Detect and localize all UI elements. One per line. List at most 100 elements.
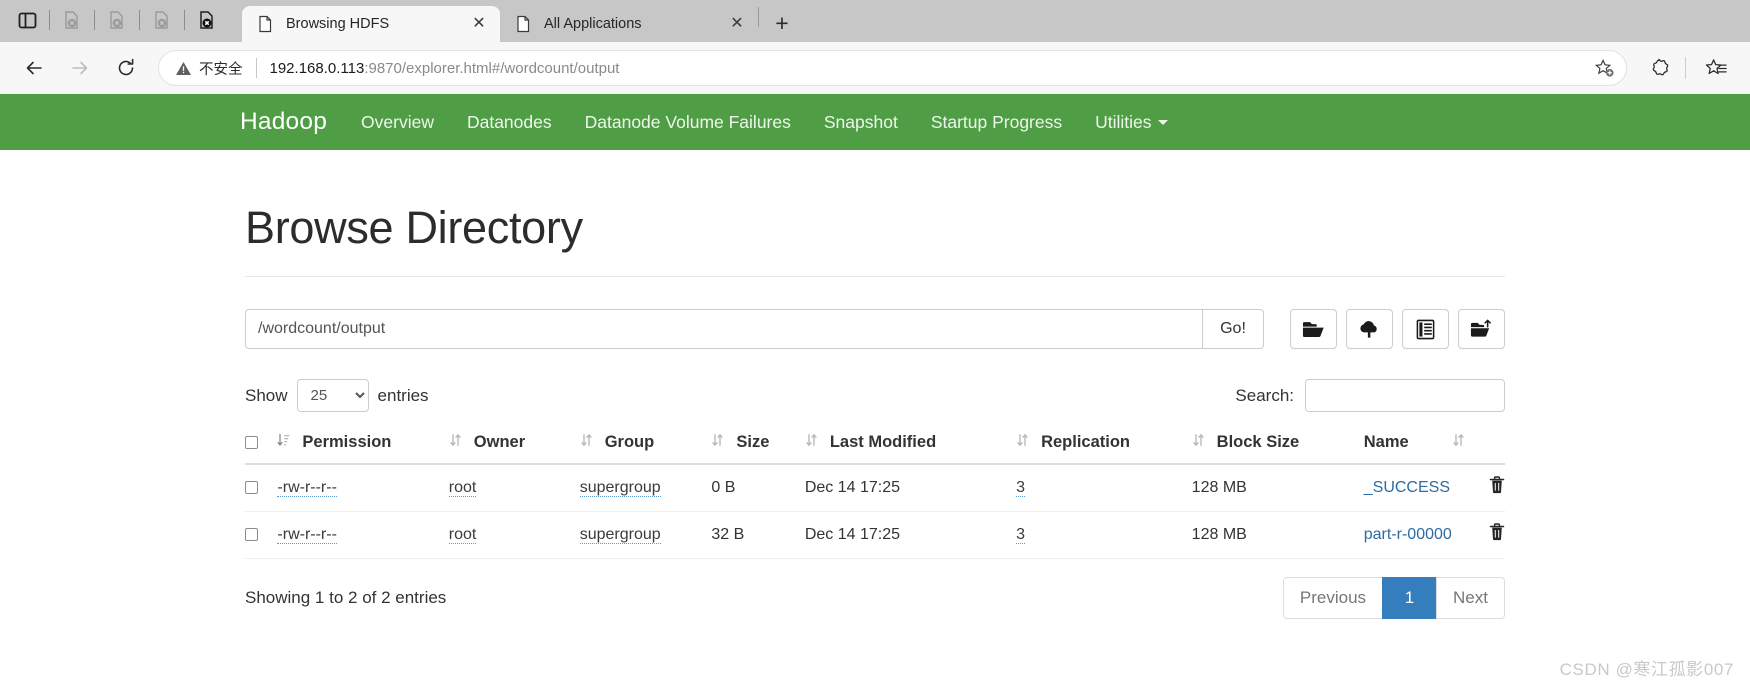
page-container: Browse Directory Go!	[0, 202, 1750, 619]
table-row[interactable]: -rw-r--r-- root supergroup 0 B Dec 14 17…	[245, 464, 1505, 512]
new-directory-icon[interactable]	[1290, 309, 1337, 349]
address-bar[interactable]: 不安全 192.168.0.113:9870/explorer.html#/wo…	[158, 50, 1627, 86]
upload-files-icon[interactable]	[1346, 309, 1393, 349]
file-name-link[interactable]: _SUCCESS	[1364, 479, 1450, 496]
header-owner[interactable]: Owner	[449, 424, 580, 464]
row-select-checkbox[interactable]	[245, 528, 258, 541]
browser-window: Browsing HDFS ✕ All Applications ✕ +	[0, 0, 1750, 688]
tool-separator-2	[94, 10, 95, 30]
cell-permission[interactable]: -rw-r--r--	[277, 464, 448, 512]
sort-icon	[1192, 433, 1208, 452]
cell-group[interactable]: supergroup	[580, 512, 712, 559]
pagination-next[interactable]: Next	[1436, 577, 1505, 619]
csdn-watermark: CSDN @寒江孤影007	[1560, 655, 1734, 680]
header-size-label: Size	[736, 433, 769, 452]
tool-separator-4	[184, 10, 185, 30]
nav-item-datanode-volume-failures[interactable]: Datanode Volume Failures	[585, 112, 791, 133]
tab-divider	[758, 7, 759, 27]
header-block-size[interactable]: Block Size	[1192, 424, 1364, 464]
snapshot-icon[interactable]	[1402, 309, 1449, 349]
owner-value[interactable]: root	[449, 526, 477, 544]
search-input[interactable]	[1305, 379, 1505, 412]
header-permission[interactable]: Permission	[277, 424, 448, 464]
group-value[interactable]: supergroup	[580, 479, 661, 497]
tab-actions-icon[interactable]	[6, 1, 48, 39]
nav-item-startup-progress[interactable]: Startup Progress	[931, 112, 1062, 133]
row-select-checkbox[interactable]	[245, 481, 258, 494]
browser-tab-all-applications[interactable]: All Applications ✕	[500, 6, 758, 42]
header-block-size-label: Block Size	[1217, 433, 1300, 452]
replication-value[interactable]: 3	[1016, 526, 1025, 544]
close-tab-icon[interactable]: ✕	[726, 13, 748, 35]
url-host: 192.168.0.113	[270, 60, 365, 77]
delete-file-icon[interactable]	[1489, 478, 1505, 498]
pagination-previous[interactable]: Previous	[1283, 577, 1382, 619]
hadoop-brand[interactable]: Hadoop	[240, 108, 327, 136]
cell-group[interactable]: supergroup	[580, 464, 712, 512]
reload-button[interactable]	[106, 48, 146, 88]
row-checkbox-cell[interactable]	[245, 512, 277, 559]
closed-tab-4-icon[interactable]	[186, 1, 228, 39]
nav-item-overview[interactable]: Overview	[361, 112, 434, 133]
owner-value[interactable]: root	[449, 479, 477, 497]
permission-value[interactable]: -rw-r--r--	[277, 479, 337, 497]
delete-file-icon[interactable]	[1489, 525, 1505, 545]
closed-tab-1-icon[interactable]	[51, 1, 93, 39]
files-table-body: -rw-r--r-- root supergroup 0 B Dec 14 17…	[245, 464, 1505, 559]
cell-name[interactable]: _SUCCESS	[1364, 464, 1452, 512]
header-owner-label: Owner	[474, 433, 525, 452]
entries-label: entries	[378, 386, 429, 406]
nav-item-snapshot[interactable]: Snapshot	[824, 112, 898, 133]
forward-button[interactable]	[60, 48, 100, 88]
header-name[interactable]: Name	[1364, 424, 1452, 464]
header-group[interactable]: Group	[580, 424, 712, 464]
replication-value[interactable]: 3	[1016, 479, 1025, 497]
nav-item-utilities[interactable]: Utilities	[1095, 112, 1167, 133]
cell-name[interactable]: part-r-00000	[1364, 512, 1452, 559]
cell-owner[interactable]: root	[449, 512, 580, 559]
select-all-checkbox[interactable]	[245, 436, 258, 449]
security-label: 不安全	[199, 58, 243, 79]
entries-per-page-select[interactable]: 25 50 100	[297, 379, 369, 412]
row-checkbox-cell[interactable]	[245, 464, 277, 512]
go-button[interactable]: Go!	[1202, 309, 1264, 349]
page-favicon-icon	[256, 15, 274, 33]
security-indicator[interactable]: 不安全	[175, 58, 243, 79]
add-favorite-icon[interactable]	[1588, 52, 1620, 84]
cell-block-size: 128 MB	[1192, 464, 1364, 512]
file-name-link[interactable]: part-r-00000	[1364, 526, 1452, 543]
group-value[interactable]: supergroup	[580, 526, 661, 544]
nav-item-utilities-label: Utilities	[1095, 112, 1151, 132]
header-select-all[interactable]	[245, 424, 277, 464]
browser-essentials-icon[interactable]	[1639, 48, 1679, 88]
cell-block-size: 128 MB	[1192, 512, 1364, 559]
table-row[interactable]: -rw-r--r-- root supergroup 32 B Dec 14 1…	[245, 512, 1505, 559]
cell-replication[interactable]: 3	[1016, 464, 1192, 512]
header-name-label: Name	[1364, 433, 1409, 452]
closed-tab-2-icon[interactable]	[96, 1, 138, 39]
browser-tab-browsing-hdfs[interactable]: Browsing HDFS ✕	[242, 6, 500, 42]
closed-tab-3-icon[interactable]	[141, 1, 183, 39]
permission-value[interactable]: -rw-r--r--	[277, 526, 337, 544]
url-text[interactable]: 192.168.0.113:9870/explorer.html#/wordco…	[270, 60, 1589, 77]
collections-icon[interactable]	[1696, 48, 1736, 88]
cell-delete[interactable]	[1452, 464, 1505, 512]
close-tab-icon[interactable]: ✕	[468, 13, 490, 35]
header-delete[interactable]	[1452, 424, 1505, 464]
path-input[interactable]	[245, 309, 1202, 349]
cell-delete[interactable]	[1452, 512, 1505, 559]
cell-size: 0 B	[711, 464, 804, 512]
back-button[interactable]	[14, 48, 54, 88]
header-last-modified[interactable]: Last Modified	[805, 424, 1016, 464]
hdfs-explorer-page: Hadoop Overview Datanodes Datanode Volum…	[0, 94, 1750, 688]
cell-replication[interactable]: 3	[1016, 512, 1192, 559]
table-header-row: Permission Own	[245, 424, 1505, 464]
header-size[interactable]: Size	[711, 424, 804, 464]
cell-owner[interactable]: root	[449, 464, 580, 512]
header-replication[interactable]: Replication	[1016, 424, 1192, 464]
cell-permission[interactable]: -rw-r--r--	[277, 512, 448, 559]
new-tab-button[interactable]: +	[765, 6, 799, 40]
cut-paste-icon[interactable]	[1458, 309, 1505, 349]
pagination-page-1[interactable]: 1	[1382, 577, 1436, 619]
nav-item-datanodes[interactable]: Datanodes	[467, 112, 552, 133]
